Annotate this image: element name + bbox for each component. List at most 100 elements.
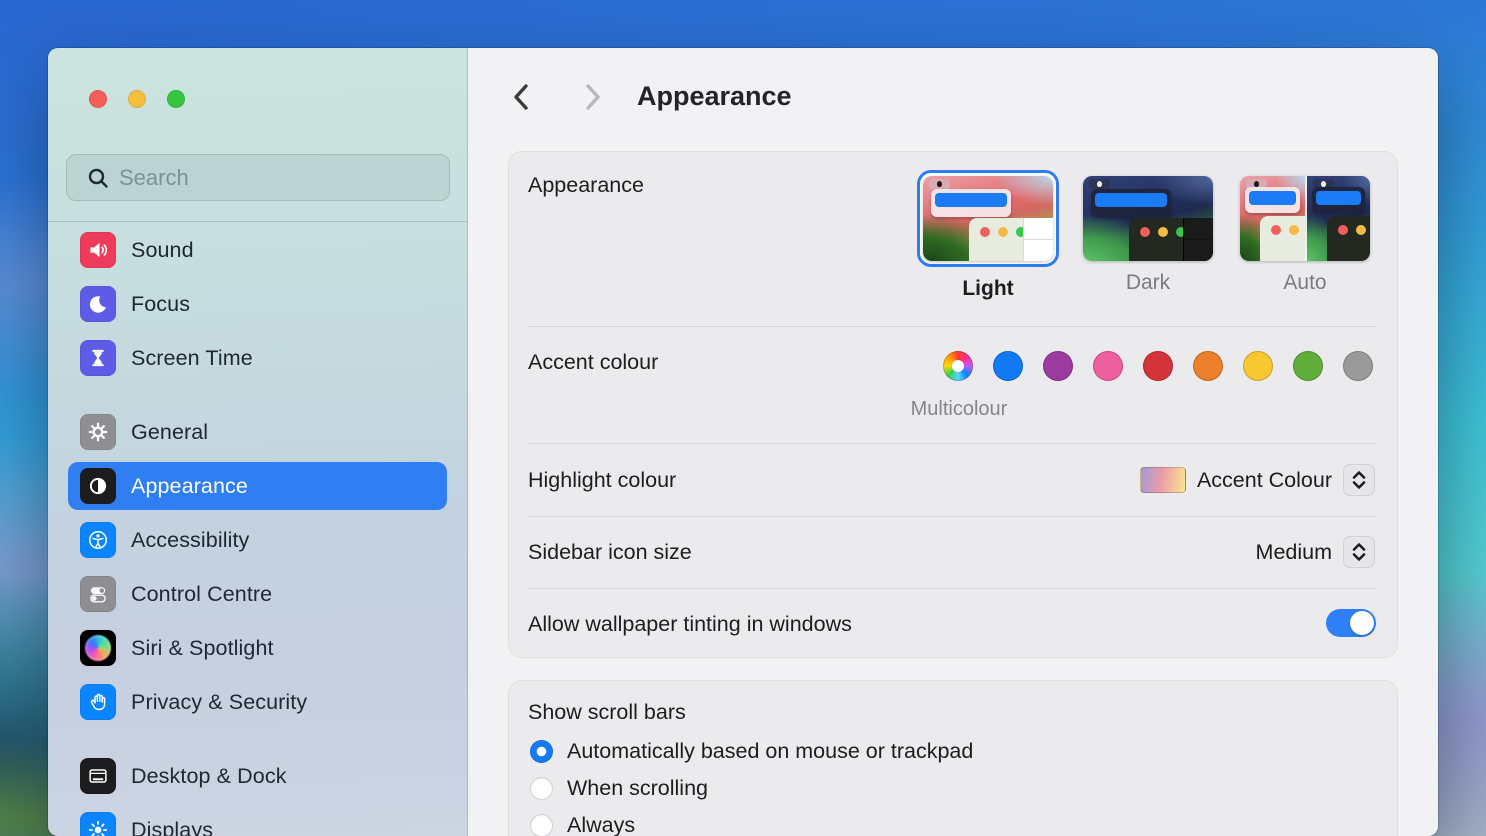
icon-size-value: Medium bbox=[1256, 540, 1332, 565]
siri-icon bbox=[80, 630, 116, 666]
close-window-button[interactable] bbox=[89, 90, 107, 108]
sidebar-item-label: Sound bbox=[131, 238, 194, 263]
accent-colour-purple[interactable] bbox=[1043, 351, 1073, 381]
zoom-window-button[interactable] bbox=[167, 90, 185, 108]
accent-colour-graphite[interactable] bbox=[1343, 351, 1373, 381]
apple-logo-icon bbox=[929, 179, 950, 189]
scroll-bars-card: Show scroll bars Automatically based on … bbox=[508, 680, 1398, 836]
sidebar-icon-size-select[interactable]: Medium bbox=[1256, 536, 1375, 568]
hourglass-icon bbox=[80, 340, 116, 376]
accent-colour-green[interactable] bbox=[1293, 351, 1323, 381]
highlight-colour-select[interactable]: Accent Colour bbox=[1140, 464, 1375, 496]
sidebar-item-desktop-dock[interactable]: Desktop & Dock bbox=[68, 752, 447, 800]
highlight-colour-value: Accent Colour bbox=[1197, 468, 1332, 493]
appearance-pane: Appearance Appearance Light bbox=[468, 48, 1438, 836]
apple-logo-icon bbox=[1089, 179, 1110, 189]
scroll-bars-label: Show scroll bars bbox=[528, 700, 686, 725]
moon-icon bbox=[80, 286, 116, 322]
sidebar-item-siri-spotlight[interactable]: Siri & Spotlight bbox=[68, 624, 447, 672]
appearance-settings-card: Appearance Light Dark bbox=[508, 151, 1398, 658]
radio-unselected-icon bbox=[530, 814, 553, 836]
wallpaper-tinting-toggle[interactable] bbox=[1326, 609, 1376, 637]
sidebar-divider bbox=[48, 221, 467, 222]
back-button[interactable] bbox=[506, 82, 536, 112]
chevron-left-icon bbox=[511, 82, 531, 112]
appearance-icon bbox=[80, 468, 116, 504]
sidebar-item-privacy-security[interactable]: Privacy & Security bbox=[68, 678, 447, 726]
accent-colour-blue[interactable] bbox=[993, 351, 1023, 381]
radio-selected-icon bbox=[530, 740, 553, 763]
theme-option-dark[interactable]: Dark bbox=[1083, 176, 1213, 295]
accent-colour-red[interactable] bbox=[1143, 351, 1173, 381]
accent-colour-pink[interactable] bbox=[1093, 351, 1123, 381]
chevron-right-icon bbox=[583, 82, 603, 112]
forward-button[interactable] bbox=[578, 82, 608, 112]
sidebar-item-label: Desktop & Dock bbox=[131, 764, 287, 789]
theme-label-auto: Auto bbox=[1240, 271, 1370, 295]
accent-colour-orange[interactable] bbox=[1193, 351, 1223, 381]
accent-colour-picker bbox=[943, 351, 1373, 381]
sidebar-item-label: Siri & Spotlight bbox=[131, 636, 274, 661]
sidebar-item-label: Displays bbox=[131, 818, 213, 836]
brightness-icon bbox=[80, 812, 116, 836]
sidebar-item-focus[interactable]: Focus bbox=[68, 280, 447, 328]
row-divider bbox=[528, 516, 1377, 517]
tinting-row-label: Allow wallpaper tinting in windows bbox=[528, 612, 852, 637]
sidebar-item-label: General bbox=[131, 420, 208, 445]
sidebar-item-label: Appearance bbox=[131, 474, 248, 499]
sidebar-item-screen-time[interactable]: Screen Time bbox=[68, 334, 447, 382]
light-theme-thumbnail bbox=[923, 176, 1053, 261]
toggles-icon bbox=[80, 576, 116, 612]
system-settings-window: Sound Focus Screen Time General bbox=[48, 48, 1438, 836]
theme-label-light: Light bbox=[917, 277, 1059, 301]
sidebar-item-accessibility[interactable]: Accessibility bbox=[68, 516, 447, 564]
selected-accent-label: Multicolour bbox=[889, 398, 1029, 421]
window-controls bbox=[89, 90, 185, 108]
sidebar-item-displays[interactable]: Displays bbox=[68, 806, 447, 836]
sidebar-item-general[interactable]: General bbox=[68, 408, 447, 456]
sidebar-item-control-centre[interactable]: Control Centre bbox=[68, 570, 447, 618]
radio-option-label: Always bbox=[567, 813, 635, 836]
dock-icon bbox=[80, 758, 116, 794]
sidebar-item-label: Screen Time bbox=[131, 346, 253, 371]
radio-option-automatic[interactable]: Automatically based on mouse or trackpad bbox=[530, 739, 973, 763]
auto-theme-thumbnail bbox=[1240, 176, 1370, 261]
sidebar-item-label: Focus bbox=[131, 292, 190, 317]
row-divider bbox=[528, 588, 1377, 589]
accent-colour-multicolour[interactable] bbox=[943, 351, 973, 381]
row-divider bbox=[528, 443, 1377, 444]
highlight-colour-swatch bbox=[1140, 467, 1186, 493]
sidebar-item-sound[interactable]: Sound bbox=[68, 226, 447, 274]
theme-option-auto[interactable]: Auto bbox=[1240, 176, 1370, 295]
settings-sidebar: Sound Focus Screen Time General bbox=[48, 48, 468, 836]
search-icon bbox=[87, 167, 109, 189]
radio-option-always[interactable]: Always bbox=[530, 813, 635, 836]
sidebar-item-appearance[interactable]: Appearance bbox=[68, 462, 447, 510]
sidebar-item-label: Control Centre bbox=[131, 582, 272, 607]
search-field[interactable] bbox=[66, 154, 450, 201]
theme-option-light[interactable]: Light bbox=[917, 170, 1059, 301]
sidebar-nav: Sound Focus Screen Time General bbox=[48, 226, 467, 836]
minimize-window-button[interactable] bbox=[128, 90, 146, 108]
accessibility-icon bbox=[80, 522, 116, 558]
highlight-row-label: Highlight colour bbox=[528, 468, 676, 493]
theme-label-dark: Dark bbox=[1083, 271, 1213, 295]
accent-colour-yellow[interactable] bbox=[1243, 351, 1273, 381]
chevron-up-down-icon bbox=[1343, 464, 1375, 496]
speaker-icon bbox=[80, 232, 116, 268]
accent-row-label: Accent colour bbox=[528, 350, 658, 375]
appearance-row-label: Appearance bbox=[528, 173, 644, 198]
search-input[interactable] bbox=[119, 165, 437, 191]
chevron-up-down-icon bbox=[1343, 536, 1375, 568]
sidebar-item-label: Privacy & Security bbox=[131, 690, 307, 715]
gear-icon bbox=[80, 414, 116, 450]
dark-theme-thumbnail bbox=[1083, 176, 1213, 261]
selected-theme-ring bbox=[917, 170, 1059, 267]
radio-option-when-scrolling[interactable]: When scrolling bbox=[530, 776, 708, 800]
radio-option-label: When scrolling bbox=[567, 776, 708, 801]
page-title: Appearance bbox=[637, 81, 792, 112]
row-divider bbox=[528, 326, 1377, 327]
radio-unselected-icon bbox=[530, 777, 553, 800]
sidebar-item-label: Accessibility bbox=[131, 528, 249, 553]
radio-option-label: Automatically based on mouse or trackpad bbox=[567, 739, 973, 764]
